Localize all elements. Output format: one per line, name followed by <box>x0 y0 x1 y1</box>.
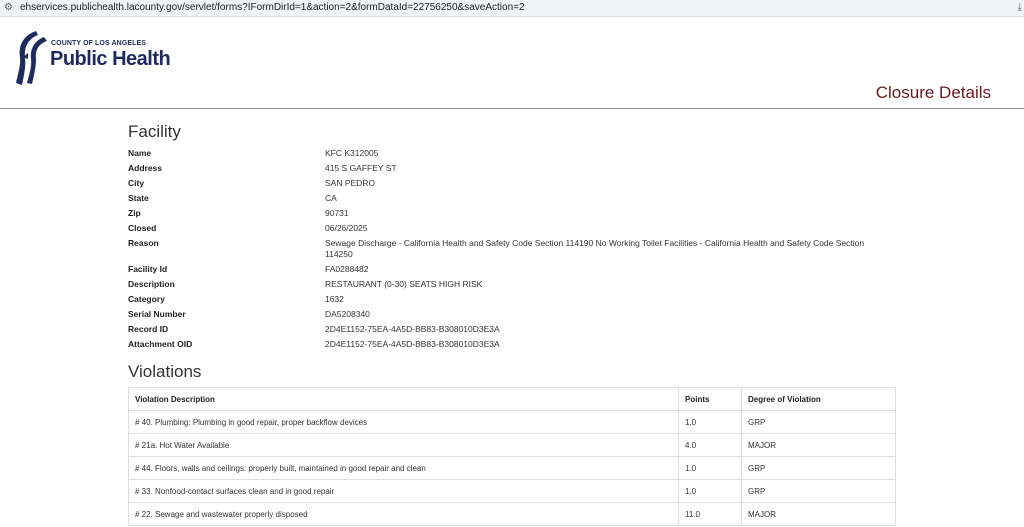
violations-table: Violation Description Points Degree of V… <box>128 387 896 526</box>
page-header: COUNTY OF LOS ANGELES Public Health Clos… <box>0 17 1024 109</box>
field-label: Category <box>128 294 165 304</box>
field-value: 415 S GAFFEY ST <box>325 163 397 173</box>
download-icon[interactable]: ⤓ <box>1018 0 1022 16</box>
field-serial-number: Serial Number DA5208340 <box>128 309 908 324</box>
logo-county-text: COUNTY OF LOS ANGELES <box>51 40 147 47</box>
field-category: Category 1632 <box>128 294 908 309</box>
field-label: Zip <box>128 208 141 218</box>
facility-section-title: Facility <box>128 122 181 141</box>
field-value: DA5208340 <box>325 309 370 319</box>
violation-points: 1.0 <box>678 456 742 480</box>
field-label: Facility Id <box>128 264 168 274</box>
field-reason: Reason Sewage Discharge - California Hea… <box>128 238 908 264</box>
field-closed: Closed 06/26/2025 <box>128 223 908 238</box>
field-attachment-oid: Attachment OID 2D4E1152-75EA-4A5D-BB83-B… <box>128 339 908 354</box>
field-value: FA0288482 <box>325 264 369 274</box>
field-label: Name <box>128 148 152 158</box>
table-row: # 33. Nonfood-contact surfaces clean and… <box>128 479 896 503</box>
violation-degree: GRP <box>741 456 896 480</box>
field-label: State <box>128 193 149 203</box>
field-value: 90731 <box>325 208 349 218</box>
table-row: # 21a. Hot Water Available 4.0 MAJOR <box>128 433 896 457</box>
violation-points: 4.0 <box>678 433 742 457</box>
field-value: 1632 <box>325 294 344 304</box>
field-label: Reason <box>128 238 159 248</box>
field-address: Address 415 S GAFFEY ST <box>128 163 908 178</box>
field-label: Serial Number <box>128 309 186 319</box>
field-label: Address <box>128 163 163 173</box>
logo-public-health-text: Public Health <box>50 48 171 70</box>
field-value: KFC K312005 <box>325 148 379 158</box>
field-value: 2D4E1152-75EA-4A5D-BB83-B308010D3E3A <box>325 339 500 349</box>
violation-description: # 40. Plumbing: Plumbing in good repair,… <box>128 410 679 434</box>
field-value: SAN PEDRO <box>325 178 376 188</box>
table-row: # 44. Floors, walls and ceilings: proper… <box>128 456 896 480</box>
violations-section-title: Violations <box>128 362 202 381</box>
violation-description: # 44. Floors, walls and ceilings: proper… <box>128 456 679 480</box>
table-header-row: Violation Description Points Degree of V… <box>128 387 896 411</box>
violation-degree: MAJOR <box>741 433 896 457</box>
field-zip: Zip 90731 <box>128 208 908 223</box>
field-description: Description RESTAURANT (0-30) SEATS HIGH… <box>128 279 908 294</box>
field-label: Closed <box>128 223 157 233</box>
field-facility-id: Facility Id FA0288482 <box>128 264 908 279</box>
field-state: State CA <box>128 193 908 208</box>
field-label: Attachment OID <box>128 339 193 349</box>
field-record-id: Record ID 2D4E1152-75EA-4A5D-BB83-B30801… <box>128 324 908 339</box>
public-health-logo[interactable]: COUNTY OF LOS ANGELES Public Health <box>14 29 184 89</box>
violation-description: # 21a. Hot Water Available <box>128 433 679 457</box>
violation-points: 1.0 <box>678 479 742 503</box>
violation-points: 1.0 <box>678 410 742 434</box>
violation-description: # 22. Sewage and wastewater properly dis… <box>128 502 679 526</box>
browser-address-bar[interactable]: ⚙ ehservices.publichealth.lacounty.gov/s… <box>0 0 1024 17</box>
table-row: # 22. Sewage and wastewater properly dis… <box>128 502 896 526</box>
column-header-description: Violation Description <box>128 387 679 411</box>
url-text[interactable]: ehservices.publichealth.lacounty.gov/ser… <box>20 0 525 16</box>
site-settings-icon[interactable]: ⚙ <box>4 0 13 16</box>
column-header-points: Points <box>678 387 742 411</box>
violation-degree: GRP <box>741 410 896 434</box>
violation-description: # 33. Nonfood-contact surfaces clean and… <box>128 479 679 503</box>
field-name: Name KFC K312005 <box>128 148 908 163</box>
field-value: CA <box>325 193 337 203</box>
field-value: 06/26/2025 <box>325 223 368 233</box>
logo-faces-icon <box>16 31 47 85</box>
field-label: Record ID <box>128 324 169 334</box>
field-label: City <box>128 178 145 188</box>
column-header-degree: Degree of Violation <box>741 387 896 411</box>
violation-degree: MAJOR <box>741 502 896 526</box>
page-title: Closure Details <box>875 83 991 102</box>
field-value: 2D4E1152-75EA-4A5D-BB83-B308010D3E3A <box>325 324 500 334</box>
field-value: Sewage Discharge - California Health and… <box>325 238 865 259</box>
violation-degree: GRP <box>741 479 896 503</box>
violation-points: 11.0 <box>678 502 742 526</box>
field-value: RESTAURANT (0-30) SEATS HIGH RISK <box>325 279 483 289</box>
field-label: Description <box>128 279 175 289</box>
facility-details: Name KFC K312005 Address 415 S GAFFEY ST… <box>128 148 908 354</box>
field-city: City SAN PEDRO <box>128 178 908 193</box>
table-row: # 40. Plumbing: Plumbing in good repair,… <box>128 410 896 434</box>
